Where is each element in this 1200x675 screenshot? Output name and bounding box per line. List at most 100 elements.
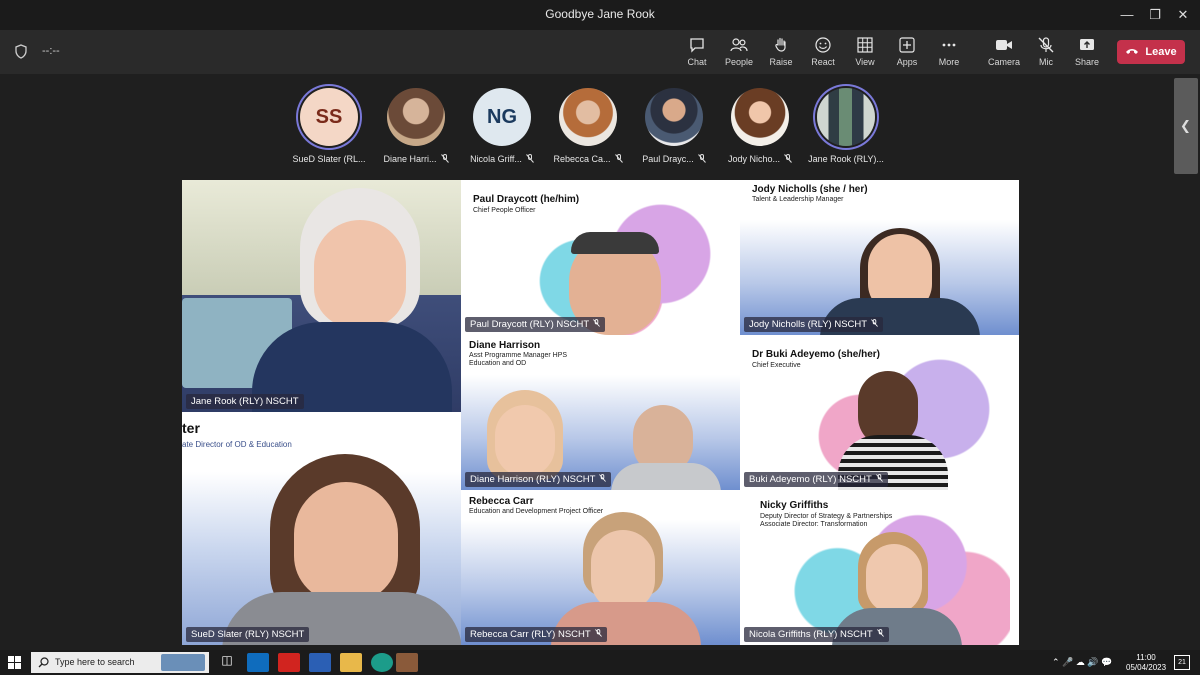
slide-subtitle: Talent & Leadership Manager bbox=[752, 196, 844, 203]
side-panel-toggle[interactable]: ❮ bbox=[1174, 78, 1198, 174]
avatar-photo bbox=[645, 88, 703, 146]
participant-avatar[interactable]: Jody Nicho... bbox=[717, 88, 803, 165]
people-button[interactable]: People bbox=[719, 36, 759, 72]
more-label: More bbox=[938, 57, 960, 67]
people-icon bbox=[730, 38, 748, 52]
participant-nametag: Jane Rook (RLY) NSCHT bbox=[186, 394, 304, 409]
participant-name: Nicola Griff... bbox=[459, 154, 545, 165]
chat-button[interactable]: Chat bbox=[677, 36, 717, 72]
view-icon bbox=[857, 37, 873, 53]
video-tile-nicola-griffiths[interactable]: Nicky Griffiths Deputy Director of Strat… bbox=[740, 490, 1019, 645]
mic-muted-icon bbox=[440, 154, 449, 165]
edge-icon[interactable] bbox=[371, 653, 393, 672]
outlook-icon[interactable] bbox=[247, 653, 269, 672]
participant-avatar[interactable]: Rebecca Ca... bbox=[545, 88, 631, 165]
mic-muted-icon bbox=[875, 474, 883, 485]
acrobat-icon[interactable] bbox=[278, 653, 300, 672]
participant-avatar[interactable]: NG Nicola Griff... bbox=[459, 88, 545, 165]
video-tile-rebecca-carr[interactable]: Rebecca Carr Education and Development P… bbox=[461, 490, 740, 645]
participant-name: Jody Nicho... bbox=[717, 154, 803, 165]
clock-time: 11:00 bbox=[1136, 653, 1156, 662]
react-button[interactable]: React bbox=[803, 36, 843, 72]
camera-icon bbox=[996, 40, 1012, 50]
avatar-initials: NG bbox=[487, 106, 517, 128]
file-explorer-icon[interactable] bbox=[340, 653, 362, 672]
taskbar-search[interactable]: Type here to search bbox=[31, 652, 209, 673]
slide-subtitle: Education and Development Project Office… bbox=[469, 508, 604, 515]
view-button[interactable]: View bbox=[845, 36, 885, 72]
video-tile-jane-rook[interactable]: Jane Rook (RLY) NSCHT bbox=[182, 180, 461, 412]
slide-title: Jody Nicholls (she / her) bbox=[752, 184, 868, 195]
participant-avatar[interactable]: Paul Drayc... bbox=[631, 88, 717, 165]
avatar-photo bbox=[731, 88, 789, 146]
windows-start-icon[interactable] bbox=[8, 656, 21, 669]
video-tile-diane-harrison[interactable]: Diane Harrison Asst Programme Manager HP… bbox=[461, 335, 740, 490]
avatar-photo bbox=[559, 88, 617, 146]
tray-icons[interactable]: ⌃ 🎤 ☁ 🔊 💬 bbox=[1052, 657, 1112, 668]
window-title: Goodbye Jane Rook bbox=[545, 7, 655, 21]
participant-nametag: Paul Draycott (RLY) NSCHT bbox=[465, 316, 606, 332]
slide-subtitle: Chief Executive bbox=[752, 362, 801, 369]
mic-muted-icon bbox=[526, 154, 534, 165]
share-button[interactable]: Share bbox=[1067, 36, 1107, 72]
slide-title: Rebecca Carr bbox=[469, 496, 534, 507]
phone-hangup-icon bbox=[1125, 40, 1139, 64]
slide-title: Nicky Griffiths bbox=[760, 500, 829, 511]
apps-button[interactable]: Apps bbox=[887, 36, 927, 72]
video-tile-paul-draycott[interactable]: Paul Draycott (he/him) Chief People Offi… bbox=[461, 180, 740, 335]
clock-date: 05/04/2023 bbox=[1126, 663, 1167, 672]
participant-name: SueD Slater (RL... bbox=[292, 154, 366, 164]
participant-name: Jane Rook (RLY)... bbox=[808, 154, 884, 164]
participant-nametag: Rebecca Carr (RLY) NSCHT bbox=[465, 626, 607, 642]
notifications-button[interactable]: 21 bbox=[1174, 655, 1190, 670]
participant-name: Diane Harri... bbox=[373, 154, 459, 165]
task-view-icon[interactable]: ◫ bbox=[216, 653, 238, 672]
share-label: Share bbox=[1074, 57, 1100, 67]
apps-label: Apps bbox=[896, 57, 918, 67]
person-face bbox=[314, 220, 406, 328]
apps-icon bbox=[899, 37, 915, 53]
person-face bbox=[591, 530, 655, 612]
leave-label: Leave bbox=[1145, 46, 1177, 58]
leave-button[interactable]: Leave bbox=[1117, 40, 1185, 64]
participant-avatar[interactable]: Diane Harri... bbox=[373, 88, 459, 165]
system-clock[interactable]: 11:00 05/04/2023 bbox=[1126, 653, 1166, 673]
participant-nametag: Buki Adeyemo (RLY) NSCHT bbox=[744, 471, 888, 487]
participant-nametag: Jody Nicholls (RLY) NSCHT bbox=[744, 316, 884, 332]
mic-muted-icon bbox=[784, 154, 792, 165]
view-label: View bbox=[855, 57, 875, 67]
mic-muted-icon bbox=[599, 474, 607, 485]
camera-label: Camera bbox=[987, 57, 1020, 67]
video-tile-sued-slater[interactable]: ter ate Director of OD & Education SueD … bbox=[182, 412, 461, 645]
teams-icon[interactable] bbox=[396, 653, 418, 672]
slide-title: Diane Harrison bbox=[469, 340, 541, 351]
more-button[interactable]: More bbox=[929, 36, 969, 72]
participant-avatar[interactable]: Jane Rook (RLY)... bbox=[803, 88, 889, 164]
person-face bbox=[866, 544, 922, 614]
word-icon[interactable] bbox=[309, 653, 331, 672]
avatar-initials: SS bbox=[315, 106, 343, 128]
avatar-photo bbox=[387, 88, 445, 146]
react-icon bbox=[815, 37, 831, 53]
slide-subtitle: Deputy Director of Strategy & Partnershi… bbox=[760, 513, 893, 520]
raise-hand-button[interactable]: Raise bbox=[761, 36, 801, 72]
participant-strip: SS SueD Slater (RL... Diane Harri... NG … bbox=[0, 74, 1200, 178]
participant-name: Paul Drayc... bbox=[631, 154, 717, 165]
person-face bbox=[495, 405, 555, 477]
camera-button[interactable]: Camera bbox=[984, 36, 1024, 72]
slide-subtitle-2: Associate Director: Transformation bbox=[760, 521, 868, 528]
shield-icon bbox=[15, 44, 27, 59]
video-tile-buki-adeyemo[interactable]: Dr Buki Adeyemo (she/her) Chief Executiv… bbox=[740, 335, 1019, 490]
participant-avatar[interactable]: SS SueD Slater (RL... bbox=[286, 88, 372, 164]
react-label: React bbox=[811, 57, 835, 67]
mic-button[interactable]: Mic bbox=[1026, 36, 1066, 72]
mic-muted-icon bbox=[593, 319, 601, 330]
close-button[interactable]: ✕ bbox=[1166, 4, 1200, 26]
avatar: SS bbox=[300, 88, 358, 146]
slide-title: ter bbox=[182, 420, 200, 436]
slide-title: Paul Draycott (he/him) bbox=[473, 194, 580, 205]
slide-subtitle: Chief People Officer bbox=[473, 207, 536, 214]
mic-muted-icon bbox=[871, 319, 878, 330]
search-icon bbox=[38, 657, 49, 668]
video-tile-jody-nicholls[interactable]: Jody Nicholls (she / her) Talent & Leade… bbox=[740, 180, 1019, 335]
